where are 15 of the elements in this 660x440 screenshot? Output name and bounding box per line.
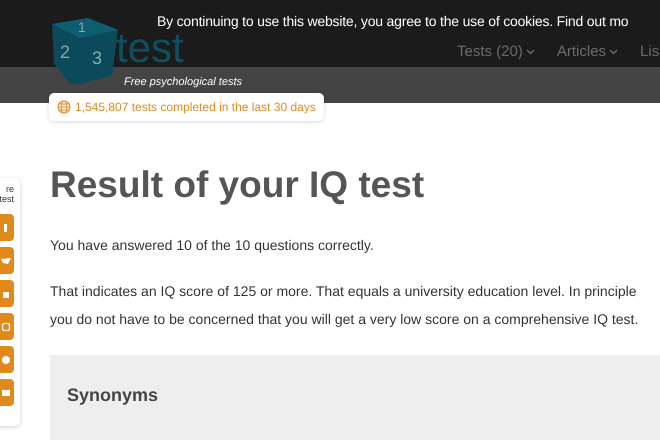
body-paragraph: That indicates an IQ score of 125 or more. That equals a university education level. In principle you do not have to be concerned that you will get a very low score on a comprehensive IQ test. [50, 282, 640, 329]
chevron-down-icon [526, 49, 535, 56]
nav-link[interactable]: Lis [640, 41, 660, 64]
section-title: Synonyms [67, 384, 160, 407]
nav-link[interactable]: Articles [556, 41, 618, 64]
counter-text: 1,545,807 tests completed in the last 30 days [75, 99, 316, 116]
share-label: re [6, 184, 14, 194]
share-label: test [0, 194, 14, 204]
chevron-down-icon [609, 49, 618, 56]
nav-link[interactable]: Tests (20) [457, 41, 535, 64]
tagline: Free psychological tests [124, 76, 242, 88]
page-heading: Result of your IQ test [50, 163, 426, 207]
cookie-notice: By continuing to use this website, you agree to the use of cookies. Find out mo [157, 12, 628, 31]
body-paragraph: You have answered 10 of the 10 questions correctly. [50, 236, 375, 255]
globe-icon [57, 100, 71, 114]
